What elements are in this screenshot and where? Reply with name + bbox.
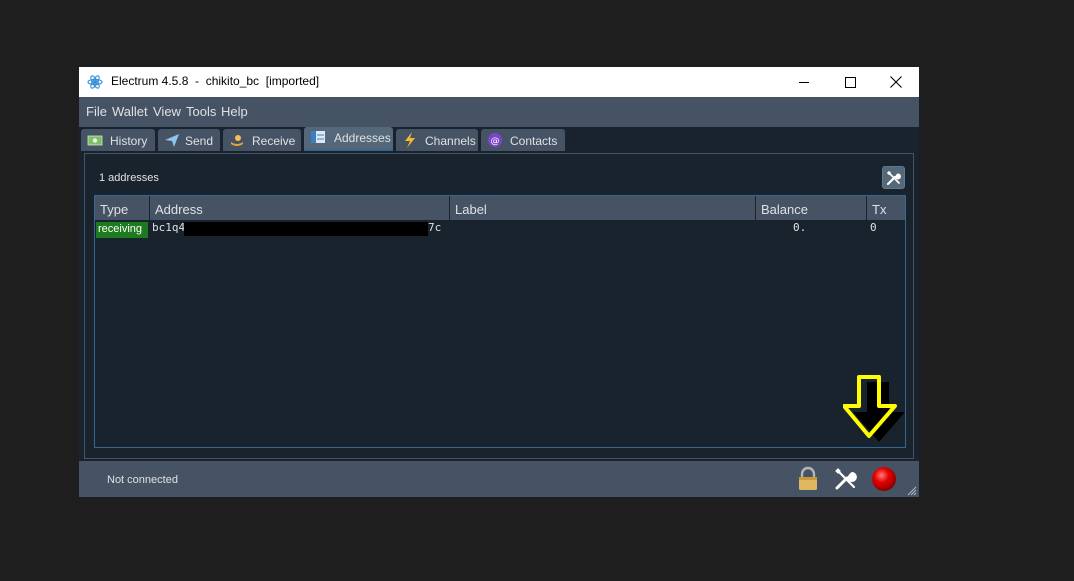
tab-addresses[interactable]: Addresses: [304, 127, 393, 151]
title-bar: Electrum 4.5.8 - chikito_bc [imported]: [79, 67, 919, 97]
address-start: bc1q4: [152, 221, 186, 234]
type-badge-receiving: receiving: [96, 222, 148, 238]
address-count-label: 1 addresses: [99, 172, 159, 184]
menu-wallet[interactable]: Wallet: [112, 104, 148, 119]
contacts-icon: @: [488, 133, 502, 147]
menu-help[interactable]: Help: [221, 104, 248, 119]
column-label[interactable]: Label: [450, 196, 756, 220]
send-icon: [165, 134, 179, 147]
network-status-red-icon[interactable]: [871, 466, 897, 492]
tab-history[interactable]: History: [81, 129, 155, 151]
redacted-address-block: [184, 222, 428, 236]
lightning-icon: [405, 132, 415, 148]
tab-receive[interactable]: Receive: [223, 129, 301, 151]
addresses-panel: 1 addresses Type Address Label Balance T…: [84, 153, 914, 459]
svg-text:@: @: [491, 137, 500, 147]
preferences-tools-icon[interactable]: [833, 466, 859, 492]
menu-view[interactable]: View: [153, 104, 181, 119]
column-address[interactable]: Address: [150, 196, 450, 220]
column-balance[interactable]: Balance: [756, 196, 867, 220]
tab-channels[interactable]: Channels: [396, 129, 478, 151]
lock-icon[interactable]: [795, 466, 821, 492]
addresses-icon: [311, 131, 325, 143]
electrum-window: Electrum 4.5.8 - chikito_bc [imported] F…: [79, 67, 919, 497]
close-button[interactable]: [873, 67, 919, 97]
addresses-table: Type Address Label Balance Tx receiving …: [94, 195, 906, 448]
connection-status: Not connected: [107, 474, 178, 486]
maximize-icon: [844, 76, 856, 88]
table-row[interactable]: receiving bc1q4 7c 0. 0: [95, 220, 905, 238]
window-title: Electrum 4.5.8 - chikito_bc [imported]: [111, 74, 320, 88]
minimize-button[interactable]: [781, 67, 827, 97]
column-type[interactable]: Type: [95, 196, 150, 220]
menu-tools[interactable]: Tools: [186, 104, 216, 119]
maximize-button[interactable]: [827, 67, 873, 97]
menu-bar: File Wallet View Tools Help: [79, 97, 919, 127]
table-header: Type Address Label Balance Tx: [95, 196, 905, 220]
receive-icon: [231, 135, 243, 146]
status-bar: Not connected: [79, 461, 919, 497]
annotation-down-arrow-icon: [843, 375, 905, 442]
address-tx-count: 0: [870, 221, 877, 234]
close-icon: [890, 76, 902, 88]
tab-send[interactable]: Send: [158, 129, 220, 151]
resize-grip-icon[interactable]: [906, 485, 917, 496]
address-end: 7c: [428, 221, 442, 234]
electrum-logo-icon: [87, 75, 103, 89]
tools-icon: [886, 170, 901, 185]
address-balance: 0.: [793, 221, 807, 234]
menu-file[interactable]: File: [86, 104, 107, 119]
toolbar-tools-button[interactable]: [882, 166, 905, 189]
tab-bar: History Send Receive Addresses Channels …: [79, 127, 919, 153]
minimize-icon: [798, 81, 809, 83]
history-icon: [87, 135, 103, 146]
column-tx[interactable]: Tx: [867, 196, 905, 220]
tab-contacts[interactable]: @ Contacts: [481, 129, 565, 151]
